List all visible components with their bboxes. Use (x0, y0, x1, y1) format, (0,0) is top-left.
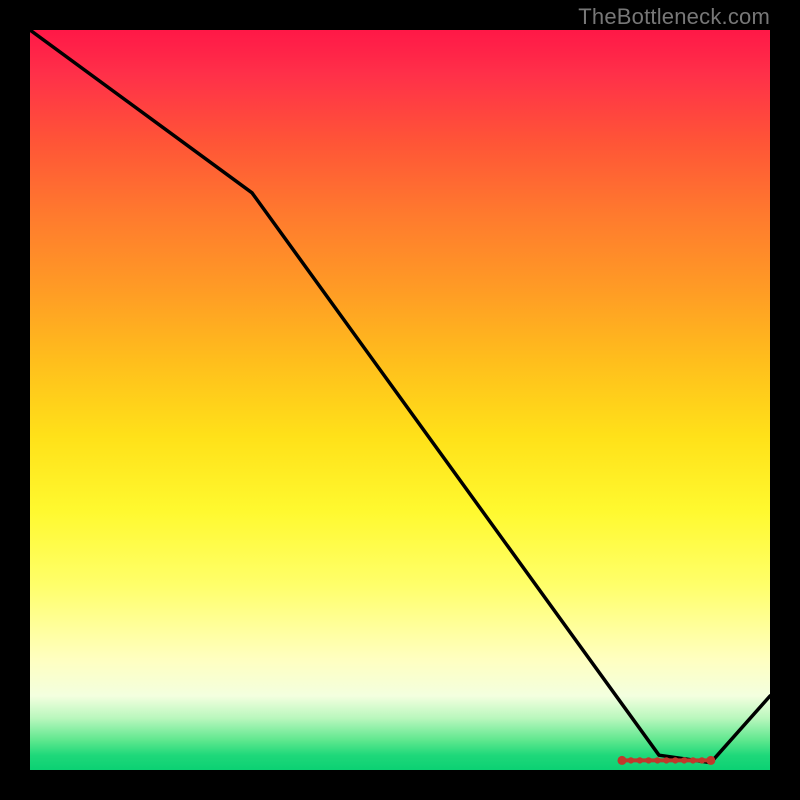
highlight-dot (628, 757, 634, 763)
highlight-dot (663, 757, 669, 763)
highlight-dot (690, 757, 696, 763)
line-series (30, 30, 770, 763)
highlight-dot (654, 757, 660, 763)
highlight-dot (618, 756, 627, 765)
chart-overlay (30, 30, 770, 770)
chart-container: TheBottleneck.com (0, 0, 800, 800)
highlight-dot (645, 757, 651, 763)
highlight-dot (681, 757, 687, 763)
highlight-dot (672, 757, 678, 763)
highlight-dot (706, 756, 715, 765)
highlight-segment (618, 756, 716, 765)
watermark-text: TheBottleneck.com (578, 4, 770, 30)
highlight-dot (699, 757, 705, 763)
highlight-dot (637, 757, 643, 763)
